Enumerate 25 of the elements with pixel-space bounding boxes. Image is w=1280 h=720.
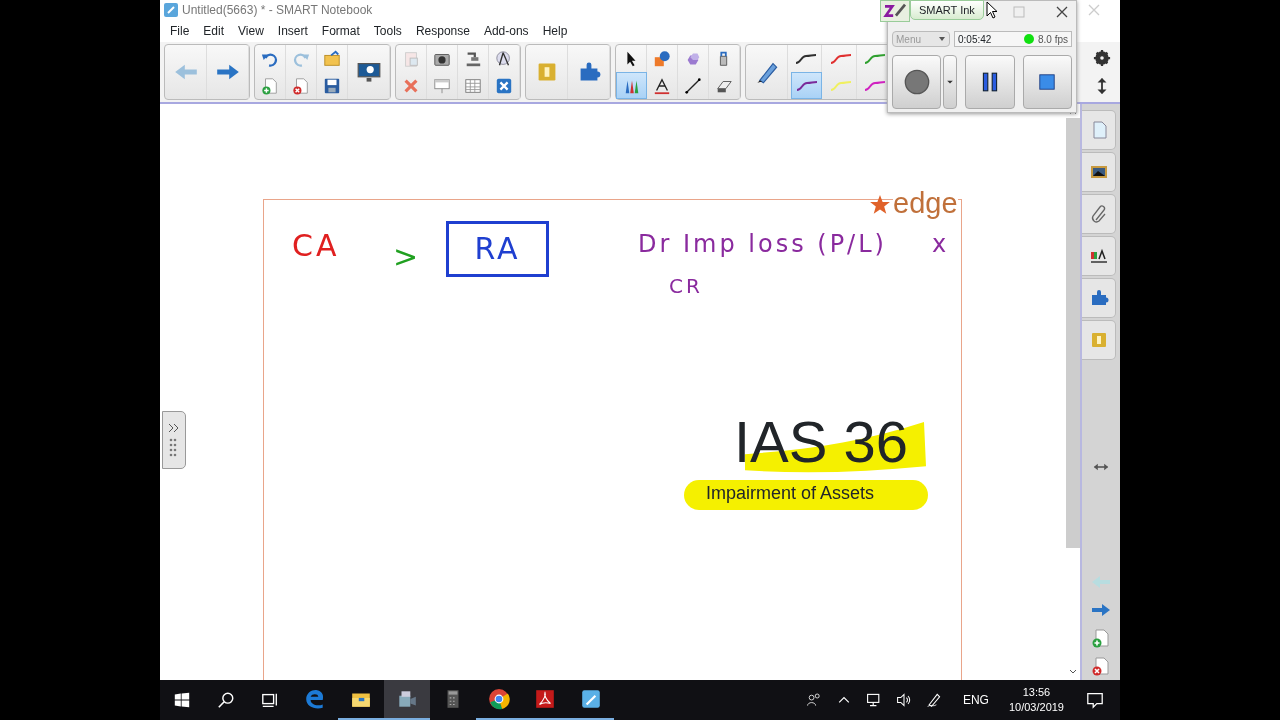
menu-item[interactable]: Format [315,22,368,40]
frame-rate: 8.0 fps [1037,32,1068,47]
menu-item[interactable]: Response [409,22,478,40]
recorder-title: SMART Ink [910,0,984,20]
clock[interactable]: 13:56 10/03/2019 [1002,685,1070,715]
clock-date: 10/03/2019 [1008,700,1064,715]
ink-text: x [932,232,950,256]
slide-subtitle: Impairment of Assets [706,483,875,505]
window-title: Untitled(5663) * - SMART Notebook [182,2,373,19]
language-indicator[interactable]: ENG [948,691,1003,709]
menu-item[interactable]: Help [536,22,576,40]
menu-item[interactable]: Edit [197,22,233,40]
boxed-ink-text: RA [446,221,549,277]
ink-text: CR [669,276,703,296]
menu-item[interactable]: Insert [271,22,316,40]
menu-item[interactable]: Tools [367,22,410,40]
menu-item[interactable]: View [232,22,272,40]
menu-item[interactable]: File [164,22,198,40]
ink-text: CA [292,231,340,261]
elapsed-time: 0:05:42 [958,32,992,47]
menu-item[interactable]: Add-ons [477,22,537,40]
clock-time: 13:56 [1022,685,1051,700]
ink-text: > [393,242,422,272]
logo-text: edge [893,188,958,220]
ink-text: Dr Imp loss (P/L) [638,232,887,256]
